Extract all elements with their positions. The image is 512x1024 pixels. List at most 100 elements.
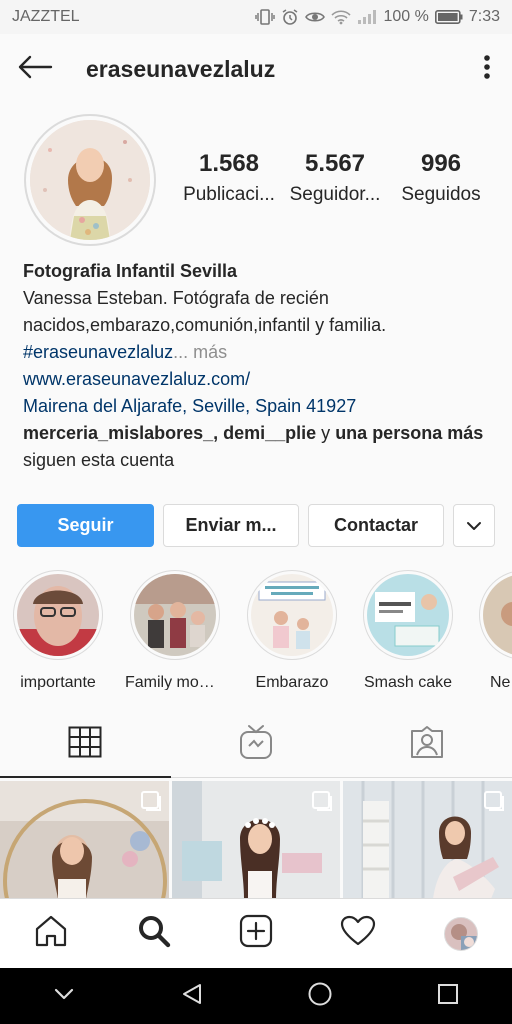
followers-stat[interactable]: 5.567 Seguidor... [282, 150, 388, 206]
bio-line-2: nacidos,embarazo,comunión,infantil y fam… [23, 315, 387, 335]
igtv-icon [239, 724, 273, 765]
bottom-navigation [0, 898, 512, 968]
location-link[interactable]: Mairena del Aljarafe, Seville, Spain 419… [23, 393, 493, 420]
grid-icon [68, 726, 102, 763]
suggestions-dropdown-button[interactable] [453, 504, 495, 547]
posts-grid [0, 781, 512, 899]
followed-by-others: una persona más [335, 423, 484, 443]
signal-icon [357, 9, 377, 25]
highlight-item[interactable]: Family mom... [125, 570, 225, 690]
profile-avatar-small [443, 916, 478, 951]
wifi-icon [331, 9, 352, 25]
follow-button[interactable]: Seguir [17, 504, 154, 547]
grid-post[interactable] [0, 781, 169, 899]
chevron-down-icon [53, 987, 75, 1006]
eye-icon [305, 9, 326, 25]
following-count: 996 [420, 150, 462, 177]
contact-button[interactable]: Contactar [308, 504, 444, 547]
following-stat[interactable]: 996 Seguidos [388, 150, 494, 206]
more-vertical-icon [483, 54, 491, 85]
sys-home-button[interactable] [256, 968, 384, 1024]
tagged-icon [410, 725, 444, 764]
sys-recents-button[interactable] [384, 968, 512, 1024]
bio-more-link[interactable]: ... más [173, 342, 227, 362]
highlight-cover [17, 574, 99, 656]
profile-full-name: Fotografia Infantil Sevilla [23, 261, 238, 281]
highlight-label: importante [20, 674, 96, 690]
followers-label: Seguidor... [289, 184, 381, 205]
highlight-ring [479, 570, 512, 660]
posts-label: Publicaci... [183, 184, 275, 205]
highlight-cover [134, 574, 216, 656]
back-button[interactable] [0, 34, 70, 104]
highlight-label: Family mom... [125, 674, 225, 690]
website-link[interactable]: www.eraseunavezlaluz.com/ [23, 366, 493, 393]
grid-post[interactable] [171, 781, 341, 899]
highlight-item[interactable]: Smash cake [358, 570, 458, 690]
header-username: eraseunavezlaluz [86, 55, 276, 82]
highlight-label: Ne [490, 674, 511, 690]
home-icon [34, 914, 68, 953]
followers-count: 5.567 [304, 150, 366, 177]
profile-header: eraseunavezlaluz [0, 34, 512, 104]
search-icon [137, 914, 171, 953]
chevron-down-icon [466, 515, 482, 536]
profile-avatar[interactable] [24, 114, 156, 246]
carrier-name: JAZZTEL [12, 8, 80, 25]
back-triangle-icon [180, 982, 204, 1011]
followed-by-and: y [316, 423, 336, 443]
bio-hashtag-line: #eraseunavezlaluz... más [23, 339, 493, 366]
multiple-photos-icon [484, 791, 505, 816]
profile-stats: 1.568 Publicaci... 5.567 Seguidor... 996… [176, 150, 496, 206]
options-button[interactable] [462, 34, 512, 104]
system-navigation-bar [0, 968, 512, 1024]
highlight-cover [483, 574, 512, 656]
multiple-photos-icon [140, 791, 161, 816]
tab-tagged[interactable] [341, 712, 512, 777]
highlight-ring [130, 570, 220, 660]
home-circle-icon [307, 981, 333, 1012]
highlight-ring [363, 570, 453, 660]
battery-icon [434, 10, 463, 24]
recents-square-icon [436, 982, 460, 1011]
posts-count: 1.568 [198, 150, 260, 177]
story-highlights: importante Family mom... Embarazo Smash … [0, 570, 512, 690]
followed-by-accounts: merceria_mislabores_, demi__plie [23, 423, 317, 443]
heart-icon [340, 915, 376, 952]
nav-activity[interactable] [307, 899, 409, 969]
posts-stat[interactable]: 1.568 Publicaci... [176, 150, 282, 206]
grid-post[interactable] [343, 781, 512, 899]
bio-hashtag[interactable]: #eraseunavezlaluz [23, 342, 173, 362]
highlight-item[interactable]: Ne [474, 570, 512, 690]
nav-search[interactable] [102, 899, 204, 969]
tab-igtv[interactable] [171, 712, 342, 777]
add-post-icon [239, 914, 273, 953]
highlight-cover [367, 574, 449, 656]
sys-hide-nav-button[interactable] [0, 968, 128, 1024]
multiple-photos-icon [312, 791, 333, 816]
highlight-ring [247, 570, 337, 660]
highlight-item[interactable]: Embarazo [242, 570, 342, 690]
highlight-cover [251, 574, 333, 656]
alarm-icon [281, 8, 299, 26]
profile-bio: Fotografia Infantil Sevilla Vanessa Este… [23, 258, 493, 474]
bio-line-1: Vanessa Esteban. Fotógrafa de recién [23, 288, 329, 308]
highlight-label: Embarazo [255, 674, 329, 690]
battery-percent: 100 % [383, 8, 429, 25]
nav-home[interactable] [0, 899, 102, 969]
profile-tabs [0, 712, 512, 778]
highlight-item[interactable]: importante [8, 570, 108, 690]
tab-grid[interactable] [0, 712, 171, 778]
highlight-ring [13, 570, 103, 660]
message-button[interactable]: Enviar m... [163, 504, 299, 547]
nav-new-post[interactable] [205, 899, 307, 969]
profile-actions: Seguir Enviar m... Contactar [17, 504, 495, 548]
profile-photo [30, 120, 150, 240]
followed-by[interactable]: merceria_mislabores_, demi__plie y una p… [23, 420, 493, 474]
status-bar: JAZZTEL 100 % 7:33 [0, 0, 512, 34]
vibrate-icon [255, 9, 276, 25]
sys-back-button[interactable] [128, 968, 256, 1024]
back-arrow-icon [17, 55, 53, 84]
followed-by-suffix: siguen esta cuenta [23, 450, 175, 470]
nav-profile[interactable] [410, 899, 512, 969]
